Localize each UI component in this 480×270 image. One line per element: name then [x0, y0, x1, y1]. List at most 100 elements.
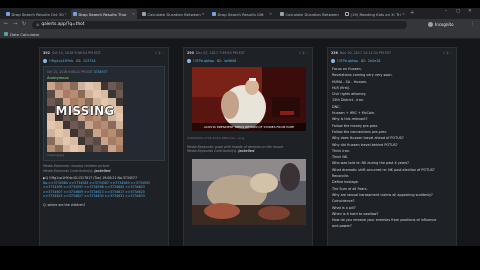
site-info-icon[interactable]: ⊜ — [36, 22, 39, 27]
bookmark-date-calculator[interactable]: Date Calculator — [10, 32, 40, 37]
collage-photo — [100, 82, 109, 90]
collage-photo — [54, 128, 63, 137]
collage-photo — [77, 82, 86, 90]
post-number[interactable]: 236 — [331, 51, 338, 55]
post-body: Focus on Huxsen. Revelations coming very … — [328, 64, 456, 232]
incognito-indicator[interactable]: Incognito — [428, 21, 454, 29]
forward-arrow-icon[interactable]: → — [13, 21, 17, 27]
id-value[interactable]: 123734 — [83, 59, 96, 63]
post-author: !!Mg1cp1HYnb ID: 123734 — [40, 57, 168, 64]
tab-4[interactable]: Drop Search Results Gift ✕ — [210, 9, 274, 19]
collage-photo — [107, 136, 116, 145]
collage-photo — [92, 121, 101, 129]
collage-photo — [54, 89, 63, 98]
collage-photo — [77, 89, 86, 98]
demons-painting-image[interactable] — [192, 158, 306, 225]
back-arrow-icon[interactable]: ← — [4, 21, 8, 27]
collage-photo — [107, 121, 116, 129]
new-tab-plus-icon[interactable]: + — [410, 10, 414, 16]
post-card: 392 Oct 15, 2018 9:09:54 PM EDT ⇩ ⚲ ⋮ !!… — [39, 47, 169, 246]
id-value[interactable]: 2b5e18 — [368, 59, 381, 63]
minimize-icon[interactable]: – — [445, 9, 447, 14]
post-actions-icon[interactable]: ⇩ ⚲ ⋮ — [442, 51, 453, 55]
incognito-icon — [428, 22, 433, 27]
quote-number[interactable]: 3734577 — [94, 70, 108, 74]
post-header: 236 Nov 30, 2017 12:14:34 PM EST ⇩ ⚲ ⋮ — [328, 48, 456, 57]
tab-label: Drop Search Results Thur — [78, 11, 127, 17]
close-icon[interactable]: ✕ — [339, 12, 341, 16]
collage-photo — [62, 128, 71, 137]
tab-2[interactable]: Drop Search Results Thur ✕ — [71, 9, 137, 19]
tab-favicon-icon — [212, 12, 216, 16]
post-body: Media Keywords: missing children picture… — [40, 163, 168, 209]
collage-photo — [47, 136, 55, 145]
close-icon[interactable]: ✕ — [268, 12, 272, 16]
collage-photo — [100, 89, 109, 98]
missing-children-image[interactable]: MISSING — [47, 82, 123, 152]
address-url[interactable]: qalerts.app/?q=thot — [41, 22, 84, 27]
browser-toolbar: ← → ↻ ⊜ qalerts.app/?q=thot Incognito ⋮ — [0, 19, 480, 30]
post-header: 290 Dec 07, 2017 7:59:54 PM EST ⇩ ⚲ ⋮ — [184, 48, 312, 57]
image-filename: missing.jpg — [47, 153, 65, 157]
collage-photo — [85, 128, 93, 137]
quote-header: Oct 15, 2018 9:08:21 PM EDT 3734577 — [47, 70, 161, 74]
collage-photo — [47, 82, 55, 90]
post-actions-icon[interactable]: ⇩ ⚲ ⋮ — [298, 51, 309, 55]
collage-photo — [100, 128, 109, 137]
pope-video-still-image[interactable]: ACOSTA PRESIDENT SEEKS RETURN OF STONES … — [192, 67, 306, 131]
tab-label: Calculate Duration Between — [285, 11, 339, 17]
collage-photo — [69, 144, 78, 152]
window-close-icon[interactable]: ✕ — [468, 9, 472, 14]
collage-photo — [107, 128, 116, 137]
collage-photo — [62, 144, 71, 152]
avatar — [331, 58, 335, 63]
collage-photo — [107, 82, 116, 90]
collage-photo — [115, 89, 123, 98]
collage-photo — [69, 136, 78, 145]
collage-photo — [100, 121, 109, 129]
tab-3[interactable]: Calculate Duration Between ✕ — [140, 9, 206, 19]
quote-date: Oct 15, 2018 9:08:21 PM EDT — [47, 70, 93, 74]
collage-photo — [92, 144, 101, 152]
collage-photo — [115, 82, 123, 90]
media-keywords-contributors: Media Keywords Contributor(s): jackelled — [187, 149, 255, 154]
video-caption: ACOSTA PRESIDENT SEEKS RETURN OF STONES … — [192, 123, 306, 131]
collage-photo — [54, 144, 63, 152]
collage-photo — [62, 121, 71, 129]
collage-photo — [85, 89, 93, 98]
tab-favicon-icon — [142, 12, 146, 16]
post-number[interactable]: 290 — [187, 51, 194, 55]
quote-author: Anonymous — [47, 76, 69, 80]
collage-photo — [100, 136, 109, 145]
close-icon[interactable]: ✕ — [131, 12, 135, 16]
tab-5[interactable]: Calculate Duration Between ✕ — [278, 9, 340, 19]
tripcode: !!Mg1cp1HYnb — [49, 58, 74, 63]
reload-icon[interactable]: ↻ — [22, 21, 26, 27]
tab-1[interactable]: Drop Search Results Oct 30 ✕ — [4, 9, 66, 19]
id-label: ID: — [361, 58, 366, 63]
id-label: ID: — [217, 58, 222, 63]
bottom-letterbox — [0, 246, 480, 270]
tab-6[interactable]: (19) Reading Kids on X: Tri ✕ — [343, 9, 407, 19]
collage-photo — [77, 128, 86, 137]
maximize-icon[interactable]: ▢ — [456, 9, 460, 14]
close-icon[interactable]: ✕ — [401, 12, 405, 16]
close-icon[interactable]: ✕ — [201, 12, 205, 16]
collage-photo — [69, 128, 78, 137]
quoted-post: Oct 15, 2018 9:08:21 PM EDT 3734577 Anon… — [43, 66, 165, 161]
browser-menu-icon[interactable]: ⋮ — [470, 21, 475, 27]
post-number[interactable]: 392 — [43, 51, 50, 55]
post-card: 290 Dec 07, 2017 7:59:54 PM EST ⇩ ⚲ ⋮ !!… — [183, 47, 313, 246]
collage-photo — [107, 144, 116, 152]
close-icon[interactable]: ✕ — [64, 12, 66, 16]
post-actions-icon[interactable]: ⇩ ⚲ ⋮ — [154, 51, 165, 55]
collage-photo — [100, 144, 109, 152]
collage-photo — [47, 128, 55, 137]
tab-label: (19) Reading Kids on X: Tri — [350, 11, 401, 17]
collage-photo — [62, 136, 71, 145]
collage-photo — [107, 89, 116, 98]
id-value[interactable]: 4e9608 — [224, 59, 237, 63]
address-bar[interactable]: ⊜ qalerts.app/?q=thot — [32, 20, 407, 29]
post-header: 392 Oct 15, 2018 9:09:54 PM EDT ⇩ ⚲ ⋮ — [40, 48, 168, 57]
page-content: 392 Oct 15, 2018 9:09:54 PM EDT ⇩ ⚲ ⋮ !!… — [0, 39, 480, 246]
